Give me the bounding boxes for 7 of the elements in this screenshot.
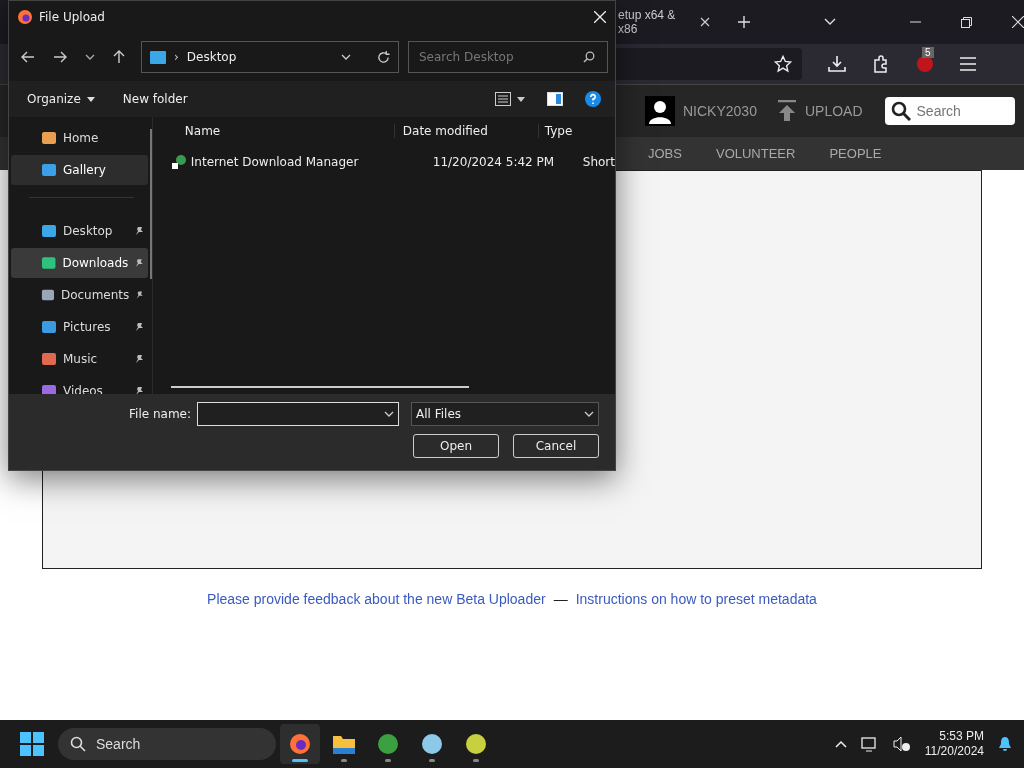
file-name-label: File name: <box>129 407 191 421</box>
separator-dash: — <box>553 591 568 607</box>
window-title: File Upload <box>39 10 105 24</box>
notification-count: 5 <box>922 47 934 58</box>
file-date: 11/20/2024 5:42 PM <box>432 155 556 169</box>
file-type: Short <box>581 155 615 169</box>
breadcrumb-separator: › <box>174 50 179 64</box>
